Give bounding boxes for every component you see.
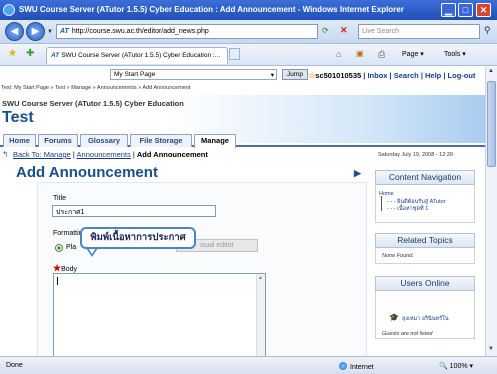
maximize-button[interactable]: □	[458, 3, 473, 17]
collapse-menu-icon[interactable]: ▶	[354, 168, 361, 179]
tools-menu-label: Tools	[444, 51, 461, 58]
zoom-icon: 🔍	[439, 363, 448, 370]
atutor-favicon-icon: AT	[60, 28, 69, 35]
nav-item-content-1-label: เนื้อหาชุดที่ 1	[397, 206, 429, 212]
title-input[interactable]: ประกาศ1	[52, 205, 216, 217]
server-title: SWU Course Server (ATutor 1.5.5) Cyber E…	[2, 99, 184, 108]
page-title: Add Announcement	[16, 164, 158, 181]
security-zone[interactable]: Internet	[339, 362, 374, 371]
breadcrumb-separator: |	[72, 150, 75, 159]
scroll-down-icon[interactable]: ▼	[488, 346, 494, 352]
add-favorite-icon[interactable]: ✚	[26, 48, 34, 59]
body-label-text: Body	[61, 266, 78, 273]
course-name: Test	[2, 109, 34, 126]
chevron-down-icon: ▾	[270, 72, 274, 79]
tab-forums[interactable]: Forums	[38, 134, 78, 147]
breadcrumb-current: Add Announcement	[136, 150, 208, 159]
top-breadcrumb[interactable]: Test: My Start Page » Test » Manage » An…	[1, 85, 190, 91]
tab-manage[interactable]: Manage	[194, 134, 236, 148]
online-user[interactable]: 🎓 ลุงเหมา อรินินทร์ใน	[389, 313, 449, 323]
search-icon[interactable]: ⚲	[484, 25, 491, 36]
jump-select-value: My Start Page	[114, 71, 156, 78]
breadcrumb: Back To: Manage | Announcements | Add An…	[13, 150, 208, 159]
status-bar: Done Internet 🔍 100% ▾	[0, 356, 497, 374]
zoom-control[interactable]: 🔍 100% ▾	[439, 362, 473, 370]
stop-icon[interactable]: ✕	[340, 25, 348, 36]
scroll-thumb[interactable]	[487, 81, 496, 167]
refresh-icon[interactable]: ⟳	[322, 26, 329, 35]
plain-text-label: Pla	[66, 244, 77, 251]
username: sc501010535	[315, 71, 362, 80]
ie-logo-icon	[3, 4, 15, 16]
page-scrollbar[interactable]: ▲ ▼	[485, 67, 497, 356]
back-arrow-icon: ↰	[2, 150, 9, 159]
current-date: Saturday July 19, 2008 - 12:39	[378, 152, 453, 158]
related-none-found: None Found.	[382, 253, 414, 259]
address-input[interactable]: AT http://course.swu.ac.th/editor/add_new…	[56, 24, 318, 39]
online-user-name: ลุงเหมา อรินินทร์ใน	[401, 316, 449, 322]
tab-glossary[interactable]: Glossary	[80, 134, 128, 147]
live-search-input[interactable]: Live Search	[358, 24, 480, 39]
page-viewport: My Start Page ▾ Jump ✩sc501010535 | Inbo…	[0, 67, 485, 356]
callout-tooltip: พิมพ์เนื้อหาการประกาศ	[80, 227, 196, 249]
user-links[interactable]: ✩sc501010535 | Inbox | Search | Help | L…	[309, 71, 475, 80]
related-topics-header[interactable]: Related Topics	[375, 233, 475, 248]
feeds-icon[interactable]: ▣	[356, 49, 364, 58]
atutor-favicon-icon: AT	[51, 52, 60, 59]
page-menu[interactable]: Page ▾	[402, 50, 424, 58]
required-star-icon: ★	[53, 263, 62, 273]
tab-bar: ★ ✚ AT SWU Course Server (ATutor 1.5.5) C…	[0, 44, 497, 66]
minimize-button[interactable]: ▁	[441, 3, 456, 17]
print-icon[interactable]: ⎙	[378, 49, 385, 60]
text-caret	[57, 277, 58, 285]
back-button[interactable]: ◀	[5, 22, 24, 41]
content-navigation-header[interactable]: Content Navigation	[375, 170, 475, 185]
title-label: Title	[53, 195, 66, 202]
nav-item-content-1[interactable]: - - - เนื้อหาชุดที่ 1	[387, 205, 428, 213]
tab-active[interactable]: AT SWU Course Server (ATutor 1.5.5) Cyber…	[46, 47, 228, 64]
tools-menu[interactable]: Tools ▾	[444, 50, 466, 58]
address-text: http://course.swu.ac.th/editor/add_news.…	[71, 28, 209, 35]
globe-icon	[339, 362, 347, 370]
close-window-button[interactable]: ✕	[476, 3, 491, 17]
guests-note: Guests are not listed	[382, 331, 433, 337]
body-textarea[interactable]	[53, 273, 266, 356]
textarea-scrollbar[interactable]: ▲	[256, 274, 265, 356]
tab-home[interactable]: Home	[3, 134, 36, 147]
jump-button[interactable]: Jump	[282, 69, 308, 80]
window-titlebar: SWU Course Server (ATutor 1.5.5) Cyber E…	[0, 0, 497, 20]
user-links-text[interactable]: | Inbox | Search | Help | Log-out	[363, 71, 475, 80]
course-nav-tabs: Home Forums Glossary File Storage Manage	[0, 134, 485, 148]
users-online-header[interactable]: Users Online	[375, 276, 475, 291]
plain-text-radio[interactable]	[55, 244, 63, 252]
favorites-star-icon[interactable]: ★	[8, 48, 17, 59]
tab-file-storage[interactable]: File Storage	[130, 134, 192, 147]
status-text: Done	[6, 362, 23, 369]
announcements-link[interactable]: Announcements	[77, 150, 131, 159]
tab-title: SWU Course Server (ATutor 1.5.5) Cyber E…	[61, 52, 221, 59]
forward-button[interactable]: ▶	[26, 22, 45, 41]
scroll-up-icon[interactable]: ▲	[258, 275, 263, 281]
jump-select[interactable]: My Start Page ▾	[110, 69, 277, 80]
breadcrumb-separator: |	[132, 150, 135, 159]
graduation-cap-icon: 🎓	[389, 313, 399, 322]
zone-label: Internet	[350, 364, 374, 371]
back-to-manage-link[interactable]: Back To: Manage	[13, 150, 71, 159]
window-title: SWU Course Server (ATutor 1.5.5) Cyber E…	[19, 5, 404, 14]
history-dropdown-icon[interactable]: ▼	[47, 29, 53, 35]
zoom-level: 100%	[449, 363, 468, 370]
scroll-up-icon[interactable]: ▲	[488, 68, 494, 74]
page-menu-label: Page	[402, 51, 419, 58]
new-tab-button[interactable]	[229, 48, 240, 60]
address-toolbar: ◀ ▶ ▼ AT http://course.swu.ac.th/editor/a…	[0, 20, 497, 44]
home-icon[interactable]: ⌂	[336, 49, 341, 59]
